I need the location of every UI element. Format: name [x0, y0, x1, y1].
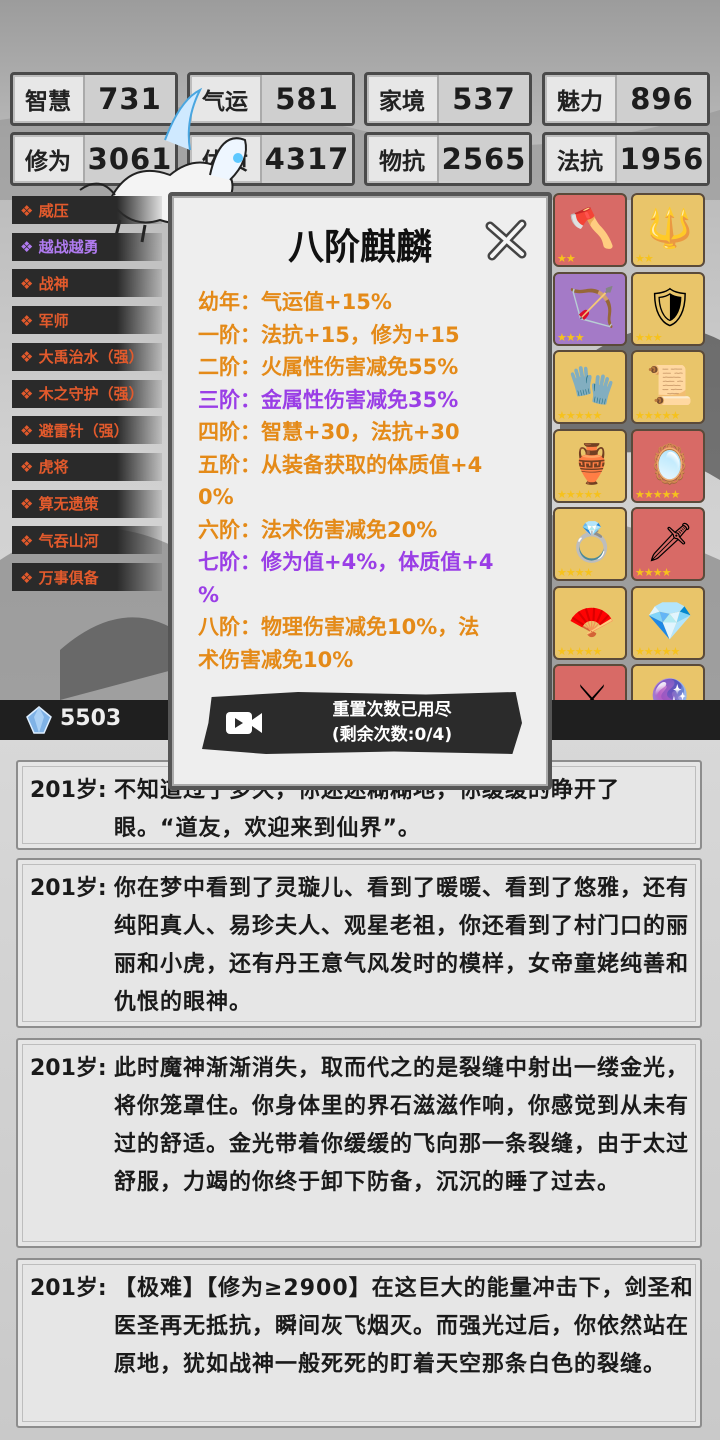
skill-item[interactable]: ❖ 万事俱备 — [12, 563, 162, 591]
stat-value: 896 — [615, 75, 707, 123]
scroll-icon: 📜 — [646, 363, 694, 407]
star-rating: ★★★★★ — [635, 409, 680, 422]
mirror-icon: 🪞 — [646, 441, 694, 486]
pet-detail-popup: 八阶麒麟 幼年：气运值+15% 一阶：法抗+15，修为+15 二阶：火属性伤害减免5… — [168, 192, 552, 790]
skill-item[interactable]: ❖ 气吞山河 — [12, 526, 162, 555]
equipment-slot[interactable]: 💎 ★★★★★ — [631, 585, 705, 660]
stat-4: 魅力 896 — [542, 72, 710, 126]
log-entry[interactable]: 201岁: 你在梦中看到了灵璇儿、看到了暖暖、看到了悠雅，还有纯阳真人、易珍夫人、… — [16, 858, 702, 1028]
star-rating: ★★ — [635, 252, 654, 265]
equipment-slot[interactable]: 🧤 ★★★★★ — [553, 350, 627, 424]
stat-label: 魅力 — [557, 89, 603, 115]
star-rating: ★★★★ — [635, 566, 671, 579]
skill-item[interactable]: ❖ 避雷针（强） — [12, 416, 162, 445]
stage-bonus-line: 二阶：火属性伤害减免55% — [198, 355, 459, 379]
stat-value: 2565 — [437, 135, 529, 183]
stat-value: 1956 — [615, 135, 707, 183]
log-text: 你在梦中看到了灵璇儿、看到了暖暖、看到了悠雅，还有纯阳真人、易珍夫人、观星老祖，… — [114, 876, 690, 1015]
skill-item[interactable]: ❖ 军师 — [12, 306, 162, 335]
equipment-slot[interactable]: 🪞 ★★★★★ — [631, 428, 705, 503]
stage-bonus-line: 三阶：金属性伤害减免35% — [198, 387, 459, 412]
stat-value: 537 — [437, 75, 529, 123]
log-age: 201岁: — [30, 876, 107, 901]
stat-3: 家境 537 — [364, 72, 532, 126]
equipment-slot[interactable]: 🛡 ★★★ — [631, 271, 705, 346]
stage-bonus-line: 一阶：法抗+15，修为+15 — [198, 322, 460, 347]
star-rating: ★★★★ — [557, 566, 593, 579]
spear-icon: 🗡 — [645, 520, 695, 564]
equipment-slot[interactable]: 🏺 ★★★★★ — [553, 428, 627, 503]
star-rating: ★★★★★ — [557, 644, 602, 658]
equipment-slot[interactable]: 🪓 ★★ — [553, 193, 627, 267]
bronze-cauldron-icon: 🏺 — [568, 441, 616, 486]
ring-icon: 💍 — [568, 520, 616, 564]
equipment-slot[interactable]: 🔱 ★★ — [631, 193, 705, 267]
star-rating: ★★★ — [557, 330, 585, 344]
crossbow-icon: 🏹 — [568, 284, 616, 329]
video-ad-icon — [226, 712, 262, 734]
stat-7: 物抗 2565 — [364, 132, 532, 186]
golden-scepter-icon: 🔱 — [646, 206, 694, 250]
star-rating: ★★★★★ — [557, 409, 602, 422]
skill-item[interactable]: ❖ 木之守护（强） — [12, 379, 162, 408]
pet-stage-bonuses: 幼年：气运值+15% 一阶：法抗+15，修为+15 二阶：火属性伤害减免55% 三阶：… — [198, 286, 538, 676]
stage-bonus-line: 五阶：从装备获取的体质值+4 0% — [198, 452, 483, 510]
stage-bonus-line: 七阶：修为值+4%，体质值+4 % — [198, 550, 494, 607]
stat-8: 法抗 1956 — [542, 132, 710, 186]
reset-button[interactable]: 重置次数已用尽 (剩余次数:0/4) — [202, 692, 522, 754]
pink-gauntlet-icon: 🧤 — [568, 363, 616, 407]
equipment-slot[interactable]: 🏹 ★★★ — [553, 271, 627, 346]
log-age: 201岁: — [30, 1056, 107, 1081]
fan-icon: 🪭 — [568, 598, 616, 643]
equipment-slot[interactable]: 💍 ★★★★ — [553, 507, 627, 581]
reset-remaining-label: (剩余次数:0/4) — [331, 725, 453, 745]
star-rating: ★★★★★ — [557, 487, 602, 501]
log-entry[interactable]: 201岁: 此时魔神渐渐消失，取而代之的是裂缝中射出一缕金光，将你笼罩住。你身体里… — [16, 1038, 702, 1248]
equipment-slot[interactable]: 🗡 ★★★★ — [631, 507, 705, 581]
axe-icon: 🪓 — [568, 206, 616, 250]
reset-status-label: 重置次数已用尽 — [332, 700, 452, 720]
skill-item[interactable]: ❖ 大禹治水（强） — [12, 342, 162, 371]
log-age: 201岁: — [30, 778, 107, 803]
stat-value: 4317 — [260, 135, 352, 183]
crystal-icon: 💎 — [646, 598, 694, 643]
log-age: 201岁: — [30, 1276, 107, 1301]
equipment-slot[interactable]: 🪭 ★★★★★ — [553, 585, 627, 660]
log-text: 【极难】【修为≥2900】在这巨大的能量冲击下，剑圣和医圣再无抵抗，瞬间灰飞烟灭… — [114, 1276, 694, 1377]
star-rating: ★★★★★ — [635, 487, 680, 501]
stage-bonus-line: 八阶：物理伤害减免10%，法 术伤害减免10% — [198, 615, 480, 672]
stage-bonus-line: 幼年：气运值+15% — [198, 290, 392, 314]
stat-label: 家境 — [379, 89, 425, 115]
star-rating: ★★★ — [635, 330, 663, 344]
stat-value: 581 — [260, 75, 352, 123]
currency-value: 5503 — [60, 706, 122, 731]
stage-bonus-line: 四阶：智慧+30，法抗+30 — [198, 420, 460, 444]
equipment-slot[interactable]: 📜 ★★★★★ — [631, 350, 705, 424]
star-rating: ★★★★★ — [635, 644, 680, 658]
stage-bonus-line: 六阶：法术伤害减免20% — [198, 517, 438, 542]
skill-item[interactable]: ❖ 越战越勇 — [12, 232, 162, 261]
stat-label: 物抗 — [379, 149, 425, 175]
crystal-currency-icon — [26, 706, 52, 734]
skill-item[interactable]: ❖ 战神 — [12, 269, 162, 298]
blue-shield-icon: 🛡 — [645, 284, 695, 329]
skill-item[interactable]: ❖ 威压 — [12, 196, 162, 224]
star-rating: ★★ — [557, 252, 576, 265]
close-icon[interactable] — [484, 218, 528, 262]
log-text: 此时魔神渐渐消失，取而代之的是裂缝中射出一缕金光，将你笼罩住。你身体里的界石滋滋… — [114, 1056, 690, 1195]
stat-label: 法抗 — [557, 149, 603, 175]
skill-item[interactable]: ❖ 虎将 — [12, 452, 162, 481]
skill-item[interactable]: ❖ 算无遗策 — [12, 489, 162, 518]
log-entry[interactable]: 201岁: 【极难】【修为≥2900】在这巨大的能量冲击下，剑圣和医圣再无抵抗，瞬… — [16, 1258, 702, 1428]
